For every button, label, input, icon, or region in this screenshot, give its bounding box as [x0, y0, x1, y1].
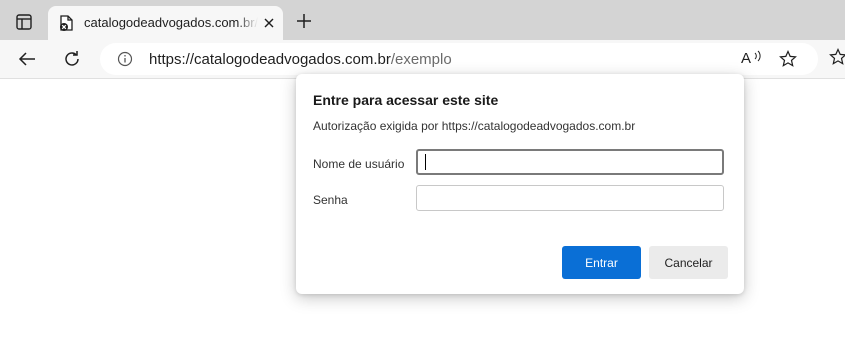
password-label: Senha [313, 193, 348, 207]
password-input[interactable] [416, 185, 724, 211]
active-tab[interactable]: catalogodeadvogados.com.br/exemplo [48, 6, 283, 40]
tab-actions-button[interactable] [8, 8, 40, 36]
text-caret [425, 154, 426, 170]
refresh-icon[interactable] [61, 48, 83, 70]
read-aloud-icon[interactable]: A [741, 49, 767, 69]
dialog-subtitle: Autorização exigida por https://catalogo… [313, 119, 636, 133]
favorites-icon[interactable] [829, 48, 845, 66]
star-icon[interactable] [779, 50, 797, 68]
blocked-page-icon [60, 15, 73, 31]
submit-button[interactable]: Entrar [562, 246, 641, 279]
tab-title: catalogodeadvogados.com.br/exemplo [84, 15, 258, 30]
url-path: /exemplo [390, 51, 452, 68]
read-aloud-label: A [741, 50, 752, 67]
url-text[interactable]: https://catalogodeadvogados.com.br/exemp… [149, 51, 452, 68]
plus-icon[interactable] [293, 10, 315, 32]
cancel-button[interactable]: Cancelar [649, 246, 728, 279]
tab-strip: catalogodeadvogados.com.br/exemplo [0, 0, 845, 40]
back-arrow-icon[interactable] [16, 48, 38, 70]
info-icon[interactable] [117, 51, 133, 67]
auth-dialog: Entre para acessar este site Autorização… [296, 74, 744, 294]
dialog-title: Entre para acessar este site [313, 92, 499, 108]
url-host: https://catalogodeadvogados.com.br [149, 51, 391, 68]
username-label: Nome de usuário [313, 157, 405, 171]
username-input[interactable] [416, 149, 724, 175]
close-icon[interactable] [261, 15, 277, 31]
address-bar[interactable]: https://catalogodeadvogados.com.br/exemp… [100, 43, 818, 75]
sound-waves-icon [754, 50, 761, 62]
tab-actions-icon [16, 14, 32, 30]
